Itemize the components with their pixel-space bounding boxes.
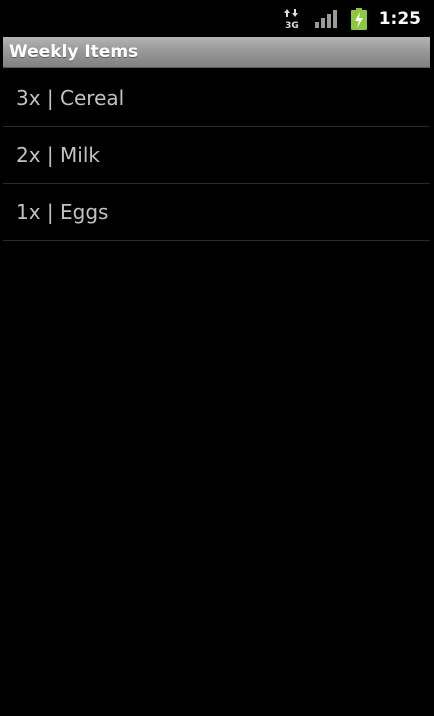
status-bar: 3G 1:25 — [0, 0, 434, 37]
list-item-label: 3x | Cereal — [16, 86, 125, 110]
battery-charging-icon — [351, 8, 367, 30]
list-item-label: 1x | Eggs — [16, 200, 109, 224]
signal-strength-icon — [315, 10, 337, 28]
list-item[interactable]: 1x | Eggs — [3, 184, 430, 241]
3g-data-icon: 3G — [284, 9, 299, 30]
weekly-items-list: 3x | Cereal 2x | Milk 1x | Eggs — [3, 70, 430, 241]
app-screen: 3G 1:25 Weekly Items 3x | Cereal 2x | Mi… — [0, 0, 434, 716]
list-item-label: 2x | Milk — [16, 143, 100, 167]
network-type-label: 3G — [285, 21, 299, 30]
list-item[interactable]: 2x | Milk — [3, 127, 430, 184]
page-title: Weekly Items — [9, 42, 139, 62]
list-item[interactable]: 3x | Cereal — [3, 70, 430, 127]
title-bar: Weekly Items — [3, 37, 430, 68]
clock: 1:25 — [378, 9, 421, 29]
